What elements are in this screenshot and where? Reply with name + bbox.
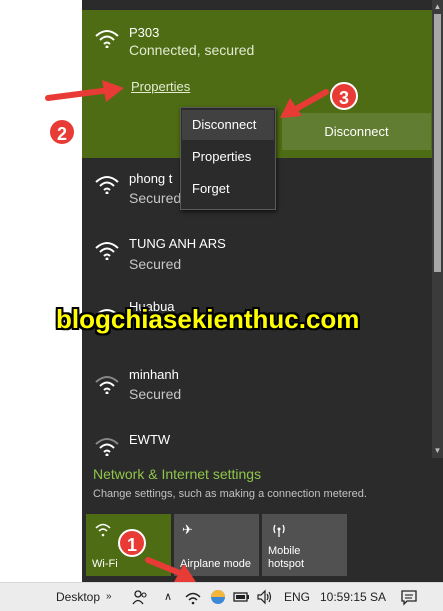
- network-flyout: P303 Connected, secured Properties Disco…: [82, 0, 443, 582]
- network-name: minhanh: [129, 367, 179, 382]
- hotspot-icon: [273, 524, 285, 537]
- context-disconnect-item[interactable]: Disconnect: [182, 110, 274, 140]
- chevron-up-icon[interactable]: ∧: [164, 583, 172, 611]
- annotation-arrow-3-icon: [280, 89, 329, 118]
- annotation-badge-3: 3: [330, 82, 358, 110]
- network-name: P303: [129, 25, 160, 40]
- wifi-network-list: P303 Connected, secured Properties Disco…: [82, 0, 432, 458]
- wifi-signal-icon: [95, 242, 119, 260]
- wifi-signal-icon: [95, 438, 119, 456]
- wifi-signal-icon: [95, 30, 119, 48]
- network-settings-section: Network & Internet settings Change setti…: [82, 458, 443, 510]
- wifi-icon: [95, 523, 111, 537]
- network-status: Secured: [129, 256, 182, 272]
- annotation-badge-2: 2: [48, 118, 76, 146]
- taskbar: Desktop » ∧ ENG 10:59:15 SA: [0, 582, 443, 611]
- tile-label: Wi-Fi: [92, 558, 118, 570]
- language-indicator[interactable]: ENG: [284, 583, 310, 611]
- network-status: Secured: [129, 386, 182, 402]
- annotation-arrow-2-icon: [45, 80, 124, 102]
- network-settings-link[interactable]: Network & Internet settings: [93, 466, 261, 482]
- network-status: Secured: [129, 190, 182, 206]
- app-tray-icon[interactable]: [209, 588, 227, 606]
- wifi-signal-icon: [95, 176, 119, 194]
- list-scrollbar[interactable]: ▲ ▼: [432, 0, 443, 458]
- scroll-up-arrow-icon[interactable]: ▲: [432, 0, 443, 14]
- annotation-badge-1: 1: [118, 529, 146, 557]
- clock[interactable]: 10:59:15 SA: [320, 583, 386, 611]
- toolbar-expand-icon[interactable]: »: [106, 583, 112, 611]
- network-name: TUNG ANH ARS: [129, 236, 226, 251]
- notification-icon[interactable]: [400, 588, 418, 606]
- properties-link[interactable]: Properties: [131, 79, 190, 94]
- context-properties-item[interactable]: Properties: [182, 142, 274, 172]
- tile-label: Mobile hotspot: [268, 545, 305, 570]
- scroll-thumb[interactable]: [434, 14, 441, 272]
- desktop-toolbar-label[interactable]: Desktop: [56, 583, 100, 611]
- wifi-tray-icon[interactable]: [184, 588, 202, 606]
- blog-watermark: blogchiasekienthuc.com: [56, 304, 360, 334]
- annotation-arrow-1-icon: [145, 557, 196, 582]
- airplane-icon: ✈: [182, 522, 193, 537]
- network-settings-description: Change settings, such as making a connec…: [93, 488, 367, 500]
- network-name: EWTW: [129, 432, 171, 447]
- people-icon[interactable]: [131, 588, 149, 606]
- wifi-signal-icon: [95, 376, 119, 394]
- scroll-down-arrow-icon[interactable]: ▼: [432, 444, 443, 458]
- battery-icon[interactable]: [232, 588, 250, 606]
- network-context-menu: Disconnect Properties Forget: [180, 107, 276, 210]
- network-item-ewtw[interactable]: EWTW: [82, 424, 432, 458]
- network-status: Connected, secured: [129, 42, 255, 58]
- mobile-hotspot-tile[interactable]: Mobile hotspot: [262, 514, 347, 576]
- context-forget-item[interactable]: Forget: [182, 174, 274, 204]
- network-name: phong t: [129, 171, 173, 186]
- volume-icon[interactable]: [256, 588, 274, 606]
